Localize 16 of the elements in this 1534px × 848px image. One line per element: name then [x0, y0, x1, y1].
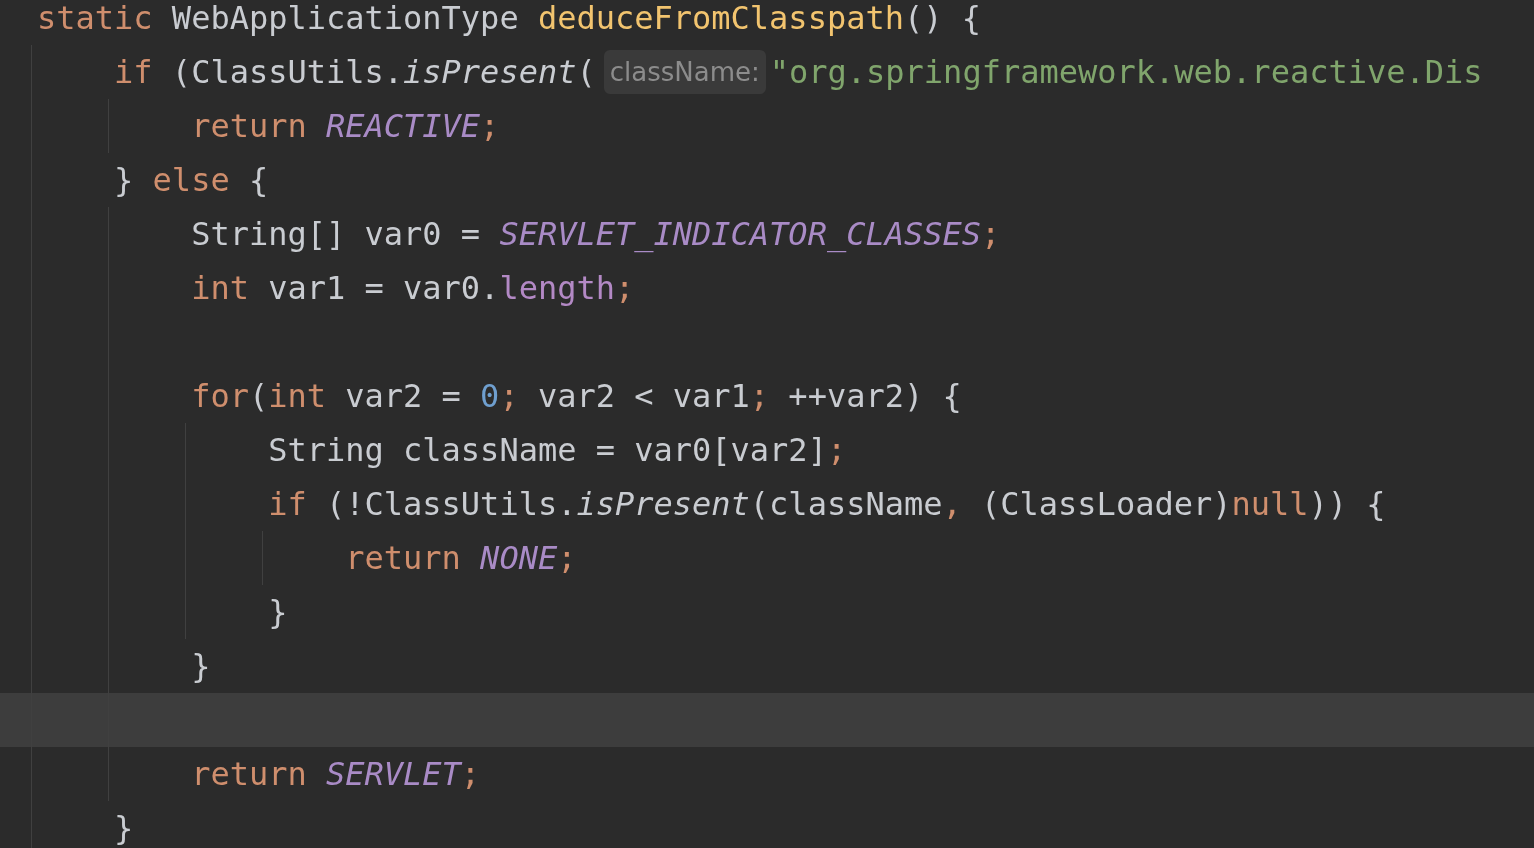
code-line: }: [0, 585, 1534, 639]
code-line: static WebApplicationType deduceFromClasspath() {: [36, 0, 982, 39]
code-text: "org.springframework.web.reactive.Dis: [769, 53, 1483, 91]
code-line: }: [0, 801, 1534, 848]
inlay-hint: className:: [603, 50, 766, 94]
code-line: } else {: [0, 153, 1534, 207]
code-line: return SERVLET;: [0, 747, 1534, 801]
code-line: String[] var0 = SERVLET_INDICATOR_CLASSES;: [0, 207, 1534, 261]
code-line: return REACTIVE;: [0, 99, 1534, 153]
code-line: String className = var0[var2];: [0, 423, 1534, 477]
code-line: int var1 = var0.length;: [0, 261, 1534, 315]
code-line: return NONE;: [0, 531, 1534, 585]
code-line: if (!ClassUtils.isPresent(className, (ClassLoader)null)) {: [0, 477, 1534, 531]
code-text: if (ClassUtils.isPresent(: [114, 53, 596, 91]
code-line: }: [0, 639, 1534, 693]
code-line: for(int var2 = 0; var2 < var1; ++var2) {: [0, 369, 1534, 423]
